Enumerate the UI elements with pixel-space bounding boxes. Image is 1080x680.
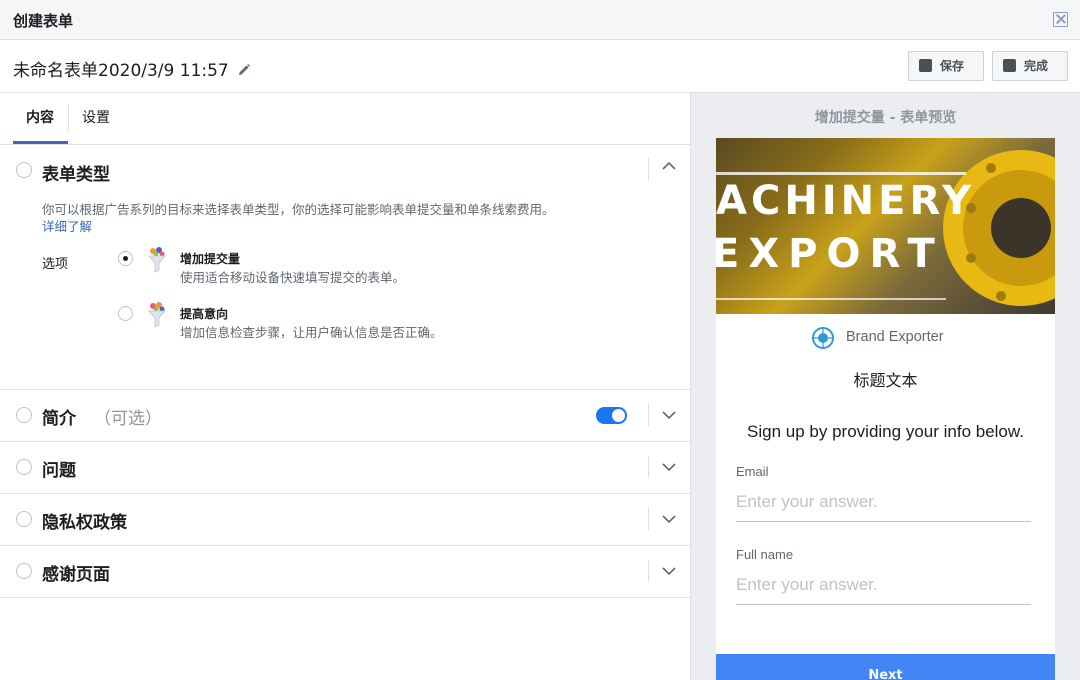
form-type-description: 你可以根据广告系列的目标来选择表单类型，你的选择可能影响表单提交量和单条线索费用… [42,202,555,217]
active-tab-indicator [13,141,68,144]
learn-more-link[interactable]: 详细了解 [42,216,92,235]
hero-text-2: EXPORT [716,231,944,277]
hero-line [716,298,946,300]
preview-panel: 增加提交量 - 表单预览 ACHINERY EXPORT Brand Expor… [691,93,1080,680]
close-icon[interactable] [1053,12,1068,27]
done-icon [1003,59,1016,72]
preview-title: 增加提交量 - 表单预览 [814,110,957,126]
section-title[interactable]: 表单类型 [42,160,110,185]
form-name-text: 未命名表单2020/3/9 11:57 [13,61,229,81]
option-radio-higher-intent[interactable] [118,306,133,321]
form-name[interactable]: 未命名表单2020/3/9 11:57 [13,56,251,81]
section-title: 问题 [42,461,76,481]
section-privacy-policy[interactable]: 隐私权政策 [0,494,691,546]
editor-panel: 内容 设置 表单类型 你可以根据广告系列的目标来选择表单类型，你的选择可能影响表… [0,93,691,680]
section-questions[interactable]: 问题 [0,442,691,494]
divider [648,560,649,582]
brand-name: Brand Exporter [846,329,944,345]
section-title: 简介 （可选） [42,404,162,429]
dialog-title: 创建表单 [13,12,74,30]
tab-divider [68,105,69,131]
next-button[interactable]: Next [716,654,1055,680]
optional-label: （可选） [94,409,162,429]
divider [648,158,649,180]
field-label: Email [736,464,769,479]
intro-text: Sign up by providing your info below. [747,422,1024,441]
save-button-label: 保存 [940,59,965,73]
section-radio[interactable] [16,563,32,579]
email-field[interactable]: Enter your answer. [736,492,1031,522]
divider [648,404,649,426]
chevron-up-icon[interactable] [662,159,676,173]
section-form-type: 表单类型 你可以根据广告系列的目标来选择表单类型，你的选择可能影响表单提交量和单… [0,145,691,390]
option-subtitle: 使用适合移动设备快速填写提交的表单。 [180,270,406,285]
option-title: 提高意向 [180,307,229,321]
chevron-down-icon[interactable] [662,408,676,422]
funnel-icon [148,247,166,273]
form-preview: ACHINERY EXPORT Brand Exporter 标题文本 Sign… [716,138,1055,680]
form-name-bar: 未命名表单2020/3/9 11:57 保存 完成 [0,40,1080,93]
tab-content[interactable]: 内容 [26,107,54,127]
hero-image: ACHINERY EXPORT [716,138,1055,314]
divider [648,508,649,530]
done-button[interactable]: 完成 [992,51,1068,81]
globe-icon [812,327,834,349]
divider [648,456,649,478]
dialog-titlebar: 创建表单 [0,0,1080,40]
tab-bar: 内容 设置 [0,93,691,145]
hero-line [716,172,966,175]
tab-settings[interactable]: 设置 [82,107,110,127]
save-icon [919,59,932,72]
section-radio[interactable] [16,407,32,423]
options-label: 选项 [42,257,69,272]
intro-toggle[interactable] [596,407,627,424]
section-title: 感谢页面 [42,565,110,585]
done-button-label: 完成 [1024,59,1049,73]
option-subtitle: 增加信息检查步骤，让用户确认信息是否正确。 [180,325,443,340]
gear-graphic [943,150,1055,306]
pencil-icon[interactable] [237,63,251,77]
save-button[interactable]: 保存 [908,51,984,81]
hero-text-1: ACHINERY [716,178,976,224]
option-title: 增加提交量 [180,252,241,266]
section-title: 隐私权政策 [42,513,127,533]
option-radio-more-volume[interactable] [118,251,133,266]
section-thank-you[interactable]: 感谢页面 [0,546,691,598]
headline-text: 标题文本 [853,371,918,390]
field-label: Full name [736,547,794,562]
full-name-field[interactable]: Enter your answer. [736,575,1031,605]
chevron-down-icon[interactable] [662,460,676,474]
section-radio[interactable] [16,459,32,475]
section-radio[interactable] [16,511,32,527]
funnel-icon [148,302,166,328]
section-intro[interactable]: 简介 （可选） [0,390,691,442]
section-title-text: 简介 [42,409,76,429]
section-radio[interactable] [16,162,32,178]
chevron-down-icon[interactable] [662,564,676,578]
chevron-down-icon[interactable] [662,512,676,526]
